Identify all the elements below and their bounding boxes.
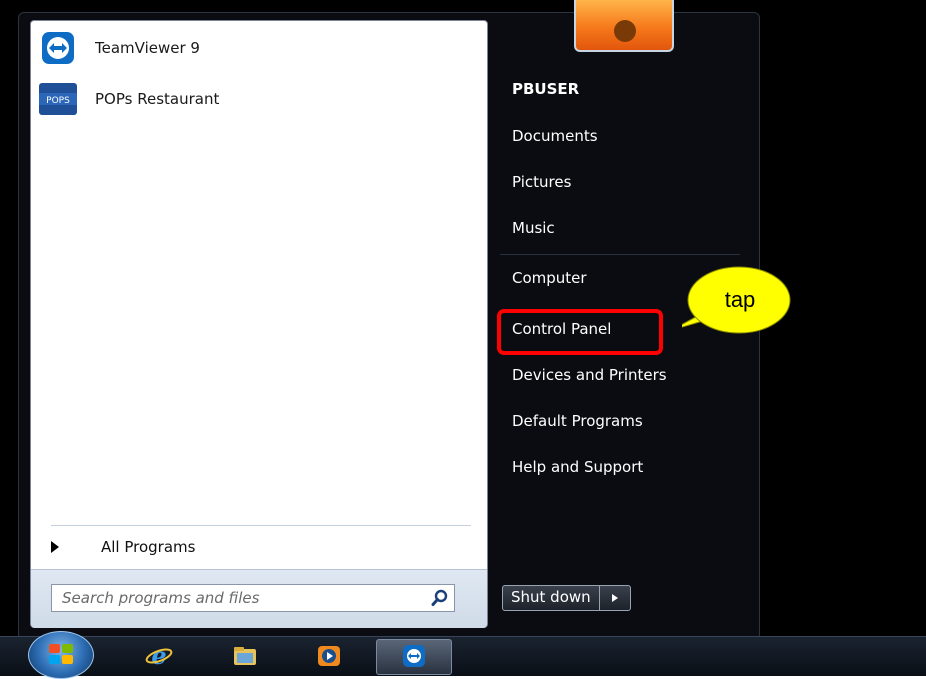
- triangle-right-icon: [51, 541, 59, 553]
- internet-explorer-icon[interactable]: e: [144, 643, 174, 669]
- windows-start-orb-icon[interactable]: [28, 631, 94, 679]
- teamviewer-icon: [39, 31, 77, 65]
- taskbar: e: [0, 631, 926, 679]
- menu-item-default-programs[interactable]: Default Programs: [512, 412, 643, 430]
- taskbar-active-teamviewer[interactable]: [376, 639, 452, 675]
- menu-item-documents[interactable]: Documents: [512, 127, 598, 145]
- menu-item-pictures[interactable]: Pictures: [512, 173, 571, 191]
- separator: [500, 254, 740, 255]
- program-teamviewer[interactable]: TeamViewer 9: [39, 27, 469, 69]
- callout-text: tap: [724, 287, 756, 312]
- pops-icon-text: POPS: [46, 96, 70, 106]
- search-box: [51, 584, 455, 612]
- search-icon[interactable]: [426, 585, 454, 611]
- menu-item-user[interactable]: PBUSER: [512, 80, 579, 98]
- menu-item-music[interactable]: Music: [512, 219, 555, 237]
- program-pops-restaurant[interactable]: POPS POPs Restaurant: [39, 78, 469, 120]
- search-input[interactable]: [52, 588, 426, 608]
- menu-item-help-and-support[interactable]: Help and Support: [512, 458, 643, 476]
- arrow-right-icon: [611, 594, 618, 602]
- flower-center: [614, 20, 636, 42]
- program-label: POPs Restaurant: [95, 90, 220, 108]
- all-programs-label: All Programs: [101, 538, 196, 556]
- svg-text:e: e: [151, 643, 166, 669]
- file-explorer-icon[interactable]: [230, 643, 260, 669]
- media-player-icon[interactable]: [314, 643, 344, 669]
- windows-flag-icon: [49, 644, 73, 664]
- all-programs-item[interactable]: All Programs: [39, 531, 469, 563]
- search-area: [31, 569, 487, 628]
- pops-restaurant-icon: POPS: [39, 82, 77, 116]
- flower-user-icon[interactable]: [574, 0, 674, 52]
- program-label: TeamViewer 9: [95, 39, 200, 57]
- highlight-box: [497, 309, 663, 355]
- shutdown-options-button[interactable]: [600, 586, 630, 610]
- menu-item-devices-and-printers[interactable]: Devices and Printers: [512, 366, 667, 384]
- teamviewer-icon: [399, 643, 429, 669]
- shutdown-control: Shut down: [502, 585, 631, 611]
- shutdown-button[interactable]: Shut down: [503, 586, 600, 610]
- start-menu-programs-pane: TeamViewer 9 POPS POPs Restaurant All Pr…: [30, 20, 488, 628]
- divider: [51, 525, 471, 526]
- menu-item-computer[interactable]: Computer: [512, 269, 587, 287]
